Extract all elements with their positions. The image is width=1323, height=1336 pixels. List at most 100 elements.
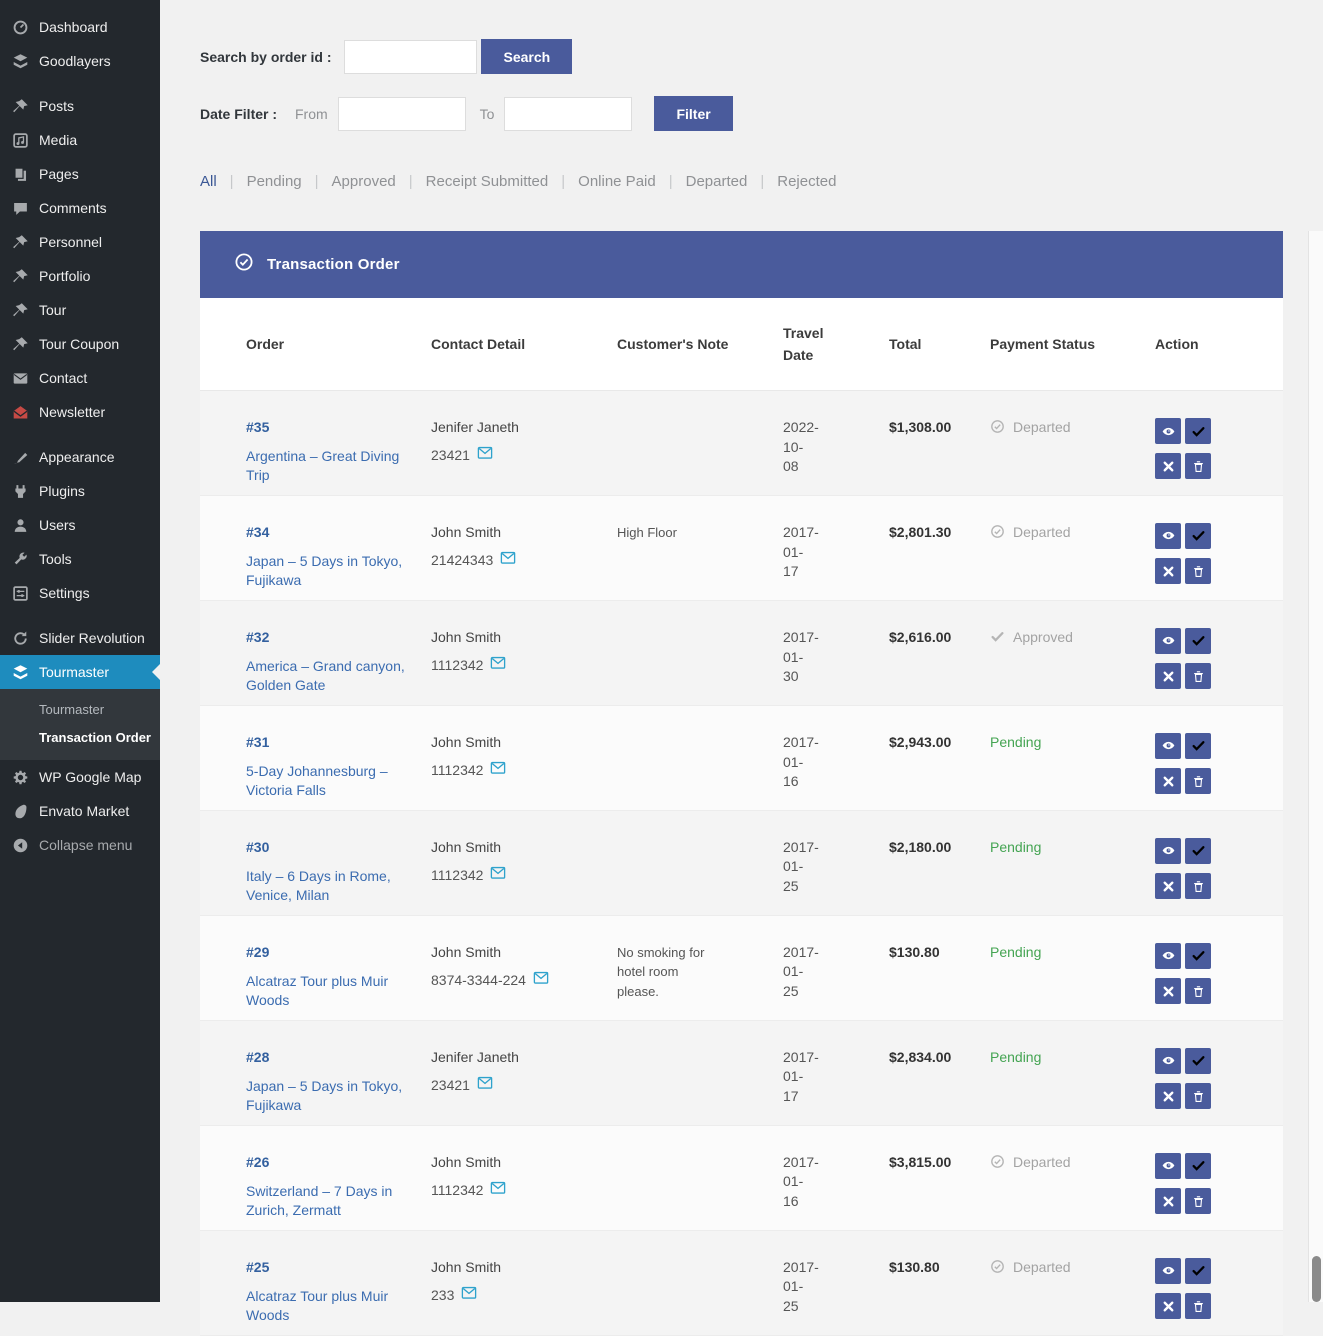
sidebar-item-tour[interactable]: Tour	[0, 293, 160, 327]
tour-link[interactable]: Italy – 6 Days in Rome, Venice, Milan	[246, 867, 409, 905]
tour-link[interactable]: Argentina – Great Diving Trip	[246, 447, 409, 485]
sidebar-item-media[interactable]: Media	[0, 123, 160, 157]
sidebar-item-users[interactable]: Users	[0, 508, 160, 542]
search-button[interactable]: Search	[481, 39, 572, 74]
reject-order-button[interactable]	[1155, 1083, 1181, 1109]
delete-order-button[interactable]	[1185, 1083, 1211, 1109]
order-id-link[interactable]: #32	[246, 628, 413, 646]
order-id-link[interactable]: #25	[246, 1258, 413, 1276]
email-icon[interactable]	[490, 761, 506, 779]
delete-order-button[interactable]	[1185, 978, 1211, 1004]
view-order-button[interactable]	[1155, 1048, 1181, 1074]
email-icon[interactable]	[461, 1286, 477, 1304]
email-icon[interactable]	[490, 656, 506, 674]
sidebar-item-appearance[interactable]: Appearance	[0, 440, 160, 474]
approve-order-button[interactable]	[1185, 733, 1211, 759]
view-order-button[interactable]	[1155, 838, 1181, 864]
sidebar-item-dashboard[interactable]: Dashboard	[0, 10, 160, 44]
tour-link[interactable]: Alcatraz Tour plus Muir Woods	[246, 972, 409, 1010]
email-icon[interactable]	[490, 866, 506, 884]
delete-order-button[interactable]	[1185, 1293, 1211, 1319]
tour-link[interactable]: 5-Day Johannesburg – Victoria Falls	[246, 762, 409, 800]
sidebar-item-goodlayers[interactable]: Goodlayers	[0, 44, 160, 78]
order-id-link[interactable]: #28	[246, 1048, 413, 1066]
filter-tab-all[interactable]: All	[200, 173, 217, 190]
submenu-item-tourmaster[interactable]: Tourmaster	[0, 696, 160, 724]
email-icon[interactable]	[500, 551, 516, 569]
order-id-link[interactable]: #31	[246, 733, 413, 751]
reject-order-button[interactable]	[1155, 978, 1181, 1004]
email-icon[interactable]	[533, 971, 549, 989]
filter-tab-receipt-submitted[interactable]: Receipt Submitted	[426, 173, 549, 190]
delete-order-button[interactable]	[1185, 663, 1211, 689]
filter-tab-pending[interactable]: Pending	[247, 173, 302, 190]
view-order-button[interactable]	[1155, 733, 1181, 759]
reject-order-button[interactable]	[1155, 663, 1181, 689]
reject-order-button[interactable]	[1155, 768, 1181, 794]
order-id-search-input[interactable]	[344, 40, 477, 74]
approve-order-button[interactable]	[1185, 1258, 1211, 1284]
order-id-link[interactable]: #29	[246, 943, 413, 961]
tour-link[interactable]: Japan – 5 Days in Tokyo, Fujikawa	[246, 552, 409, 590]
tour-link[interactable]: America – Grand canyon, Golden Gate	[246, 657, 409, 695]
tour-link[interactable]: Switzerland – 7 Days in Zurich, Zermatt	[246, 1182, 409, 1220]
order-id-link[interactable]: #26	[246, 1153, 413, 1171]
approve-order-button[interactable]	[1185, 943, 1211, 969]
email-icon[interactable]	[477, 446, 493, 464]
tour-link[interactable]: Alcatraz Tour plus Muir Woods	[246, 1287, 409, 1325]
scrollbar-thumb[interactable]	[1312, 1256, 1321, 1302]
order-id-link[interactable]: #30	[246, 838, 413, 856]
tour-link[interactable]: Japan – 5 Days in Tokyo, Fujikawa	[246, 1077, 409, 1115]
view-order-button[interactable]	[1155, 1153, 1181, 1179]
delete-order-button[interactable]	[1185, 1188, 1211, 1214]
approve-order-button[interactable]	[1185, 1048, 1211, 1074]
filter-tab-rejected[interactable]: Rejected	[777, 173, 836, 190]
approve-order-button[interactable]	[1185, 838, 1211, 864]
view-order-button[interactable]	[1155, 523, 1181, 549]
submenu-item-transaction-order[interactable]: Transaction Order	[0, 724, 160, 752]
sidebar-item-posts[interactable]: Posts	[0, 89, 160, 123]
reject-order-button[interactable]	[1155, 453, 1181, 479]
delete-order-button[interactable]	[1185, 453, 1211, 479]
order-id-link[interactable]: #35	[246, 418, 413, 436]
view-order-button[interactable]	[1155, 1258, 1181, 1284]
view-order-button[interactable]	[1155, 943, 1181, 969]
email-icon[interactable]	[490, 1181, 506, 1199]
approve-order-button[interactable]	[1185, 628, 1211, 654]
sidebar-item-comments[interactable]: Comments	[0, 191, 160, 225]
sidebar-item-newsletter[interactable]: Newsletter	[0, 395, 160, 429]
filter-tab-online-paid[interactable]: Online Paid	[578, 173, 656, 190]
filter-tab-approved[interactable]: Approved	[332, 173, 396, 190]
view-order-button[interactable]	[1155, 418, 1181, 444]
approve-order-button[interactable]	[1185, 1153, 1211, 1179]
sidebar-item-settings[interactable]: Settings	[0, 576, 160, 610]
sidebar-item-tour-coupon[interactable]: Tour Coupon	[0, 327, 160, 361]
delete-order-button[interactable]	[1185, 768, 1211, 794]
delete-order-button[interactable]	[1185, 558, 1211, 584]
filter-tab-departed[interactable]: Departed	[686, 173, 748, 190]
sidebar-item-portfolio[interactable]: Portfolio	[0, 259, 160, 293]
sidebar-item-pages[interactable]: Pages	[0, 157, 160, 191]
sidebar-item-slider-revolution[interactable]: Slider Revolution	[0, 621, 160, 655]
sidebar-item-tools[interactable]: Tools	[0, 542, 160, 576]
reject-order-button[interactable]	[1155, 558, 1181, 584]
scrollbar-track[interactable]	[1308, 231, 1323, 1302]
sidebar-item-envato-market[interactable]: Envato Market	[0, 794, 160, 828]
email-icon[interactable]	[477, 1076, 493, 1094]
approve-order-button[interactable]	[1185, 523, 1211, 549]
reject-order-button[interactable]	[1155, 873, 1181, 899]
sidebar-item-wp-google-map[interactable]: WP Google Map	[0, 760, 160, 794]
sidebar-item-personnel[interactable]: Personnel	[0, 225, 160, 259]
view-order-button[interactable]	[1155, 628, 1181, 654]
reject-order-button[interactable]	[1155, 1293, 1181, 1319]
date-to-input[interactable]	[504, 97, 632, 131]
sidebar-item-tourmaster[interactable]: Tourmaster	[0, 655, 160, 689]
approve-order-button[interactable]	[1185, 418, 1211, 444]
sidebar-item-collapse-menu[interactable]: Collapse menu	[0, 828, 160, 862]
sidebar-item-plugins[interactable]: Plugins	[0, 474, 160, 508]
delete-order-button[interactable]	[1185, 873, 1211, 899]
reject-order-button[interactable]	[1155, 1188, 1181, 1214]
sidebar-item-contact[interactable]: Contact	[0, 361, 160, 395]
order-id-link[interactable]: #34	[246, 523, 413, 541]
filter-button[interactable]: Filter	[654, 96, 732, 131]
